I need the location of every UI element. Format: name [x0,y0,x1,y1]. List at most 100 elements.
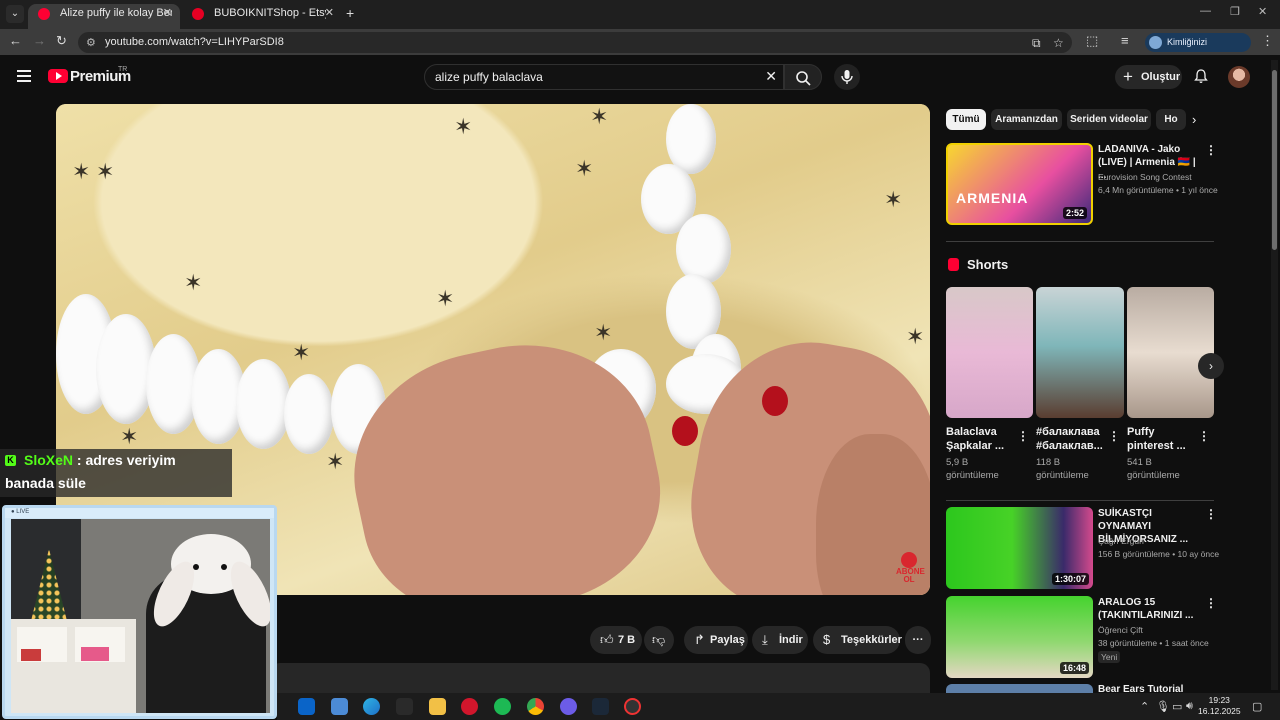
voice-search-button[interactable] [834,64,860,90]
epic-games-icon[interactable] [396,698,413,715]
short-views: 5,9 B görüntüleme [946,457,999,481]
kebab-menu-icon[interactable]: ⋮ [1205,596,1217,610]
chip-series[interactable]: Seriden videolar [1067,109,1151,130]
back-icon[interactable]: ← [9,33,22,48]
video-title[interactable]: ARALOG 15 (TAKINTILARINIZI ... [1098,596,1198,622]
tab-youtube[interactable]: Alize puffy ile kolay Bere yapımı ✕ [28,4,180,29]
share-label: Paylaş [710,634,745,646]
kebab-menu-icon[interactable]: ⋮ [1205,507,1217,521]
video-thumbnail[interactable]: ARMENIA 2:52 [946,143,1093,225]
page-scrollbar[interactable] [1271,60,1278,690]
kebab-menu-icon[interactable]: ⋮ [1205,143,1217,157]
store-icon[interactable] [331,698,348,715]
tab-search-button[interactable]: ⌄ [6,5,24,23]
site-info-icon[interactable]: ⚙ [86,36,96,49]
country-code: TR [118,66,128,73]
new-tab-button[interactable]: + [346,5,354,21]
thumbs-up-icon: 👍︎ [600,632,614,647]
shorts-next-button[interactable]: › [1198,353,1224,379]
short-thumbnail[interactable] [1127,287,1214,418]
taskbar-clock[interactable]: 19:23 16.12.2025 [1198,695,1241,717]
search-icon [796,71,811,86]
dislike-button[interactable]: 👎︎ [644,626,674,654]
verify-identity-button[interactable]: Kimliğinizi doğrulayın [1145,33,1251,66]
close-icon[interactable]: ✕ [325,4,334,23]
shorts-heading: Shorts [967,257,1009,272]
reading-list-icon[interactable]: ≡ [1121,33,1129,48]
tray-chevron-icon[interactable]: ⌃ [1140,700,1149,713]
divider [946,500,1214,501]
extensions-icon[interactable]: ⬚ [1086,33,1098,49]
short-thumbnail[interactable] [1036,287,1124,418]
forward-icon[interactable]: → [33,33,46,48]
search-button[interactable] [784,64,822,90]
like-button[interactable]: 👍︎ 7 B [590,626,642,654]
channel-name[interactable]: Eurovision Song Contest [1098,171,1192,184]
obs-icon[interactable] [624,698,641,715]
steam-icon[interactable] [592,698,609,715]
video-thumbnail[interactable]: 16:48 [946,596,1093,678]
chat-text-continued: banada süle [5,475,86,491]
chip-more[interactable]: Ho [1156,109,1186,130]
create-button[interactable]: + Oluştur [1115,65,1182,89]
search-input[interactable]: alize puffy balaclava ✕ [424,64,784,90]
outlook-icon[interactable] [298,698,315,715]
tab-etsy[interactable]: BUBOIKNITShop - Etsy ✕ [182,4,342,29]
video-meta: 6,4 Mn görüntüleme • 1 yıl önce [1098,185,1218,195]
chevron-right-icon[interactable]: › [1192,112,1196,127]
short-title[interactable]: Puffy pinterest ... [1127,425,1197,453]
bookmark-star-icon[interactable]: ☆ [1053,36,1064,50]
channel-name[interactable]: Öğrenci Çift [1098,624,1143,637]
kebab-menu-icon[interactable]: ⋮ [1108,429,1120,443]
window-close-icon[interactable]: ✕ [1258,5,1267,18]
opera-icon[interactable] [461,698,478,715]
chip-from-search[interactable]: Aramanızdan [991,109,1062,130]
video-thumbnail[interactable]: 1:30:07 [946,507,1093,589]
edge-icon[interactable] [363,698,380,715]
clear-search-icon[interactable]: ✕ [765,68,777,85]
avatar[interactable] [1228,66,1250,88]
subscribe-badge[interactable]: ABONE OL [896,552,925,584]
discord-icon[interactable] [560,698,577,715]
kebab-menu-icon[interactable]: ⋮ [1017,429,1029,443]
duration: 1:30:07 [1051,573,1089,585]
more-actions-button[interactable]: ··· [905,626,931,654]
network-icon[interactable]: ▭ [1172,700,1182,713]
microphone-tray-icon[interactable]: 🎙︎ [1156,700,1170,713]
browser-menu-icon[interactable]: ⋮ [1261,33,1274,49]
youtube-logo-icon[interactable] [48,69,68,83]
notifications-icon[interactable]: ▢ [1252,700,1262,713]
thanks-button[interactable]: $ Teşekkürler [813,626,902,654]
kebab-menu-icon[interactable]: ⋮ [1198,429,1210,443]
video-thumbnail[interactable] [946,684,1093,693]
install-app-icon[interactable]: ⧉ [1032,36,1041,51]
restore-icon[interactable]: ❐ [1230,5,1240,18]
close-icon[interactable]: ✕ [163,4,172,23]
url-bar[interactable]: ⚙ youtube.com/watch?v=LIHYParSDI8 ⧉ ☆ [78,32,1072,53]
description-box[interactable] [270,663,930,693]
channel-name[interactable]: Çağrı Ergün [1098,535,1144,548]
duration: 16:48 [1059,662,1089,674]
reload-icon[interactable]: ↻ [56,33,67,49]
chat-line: SloXeN : adres veriyim [24,452,176,468]
chrome-icon[interactable] [527,698,544,715]
volume-icon[interactable]: 🔊︎ [1186,700,1193,713]
notifications-bell-icon[interactable] [1193,68,1209,84]
spotify-icon[interactable] [494,698,511,715]
short-thumbnail[interactable] [946,287,1033,418]
clock-time: 19:23 [1208,695,1230,705]
plus-icon: + [1123,67,1133,86]
video-meta: 156 B görüntüleme • 10 ay önce [1098,549,1220,559]
download-label: İndir [779,634,803,646]
menu-icon[interactable] [17,70,31,82]
short-title[interactable]: #балаклава #балаклав... [1036,425,1106,453]
short-title[interactable]: Balaclava Şapkalar ... [946,425,1016,453]
chip-all[interactable]: Tümü [946,109,986,130]
download-button[interactable]: ⤓ İndir [752,626,808,654]
share-button[interactable]: ↱ Paylaş [684,626,748,654]
profile-avatar-icon [1149,36,1162,49]
create-label: Oluştur [1141,71,1181,83]
windows-taskbar [277,693,1280,720]
file-explorer-icon[interactable] [429,698,446,715]
minimize-icon[interactable]: — [1200,5,1211,17]
